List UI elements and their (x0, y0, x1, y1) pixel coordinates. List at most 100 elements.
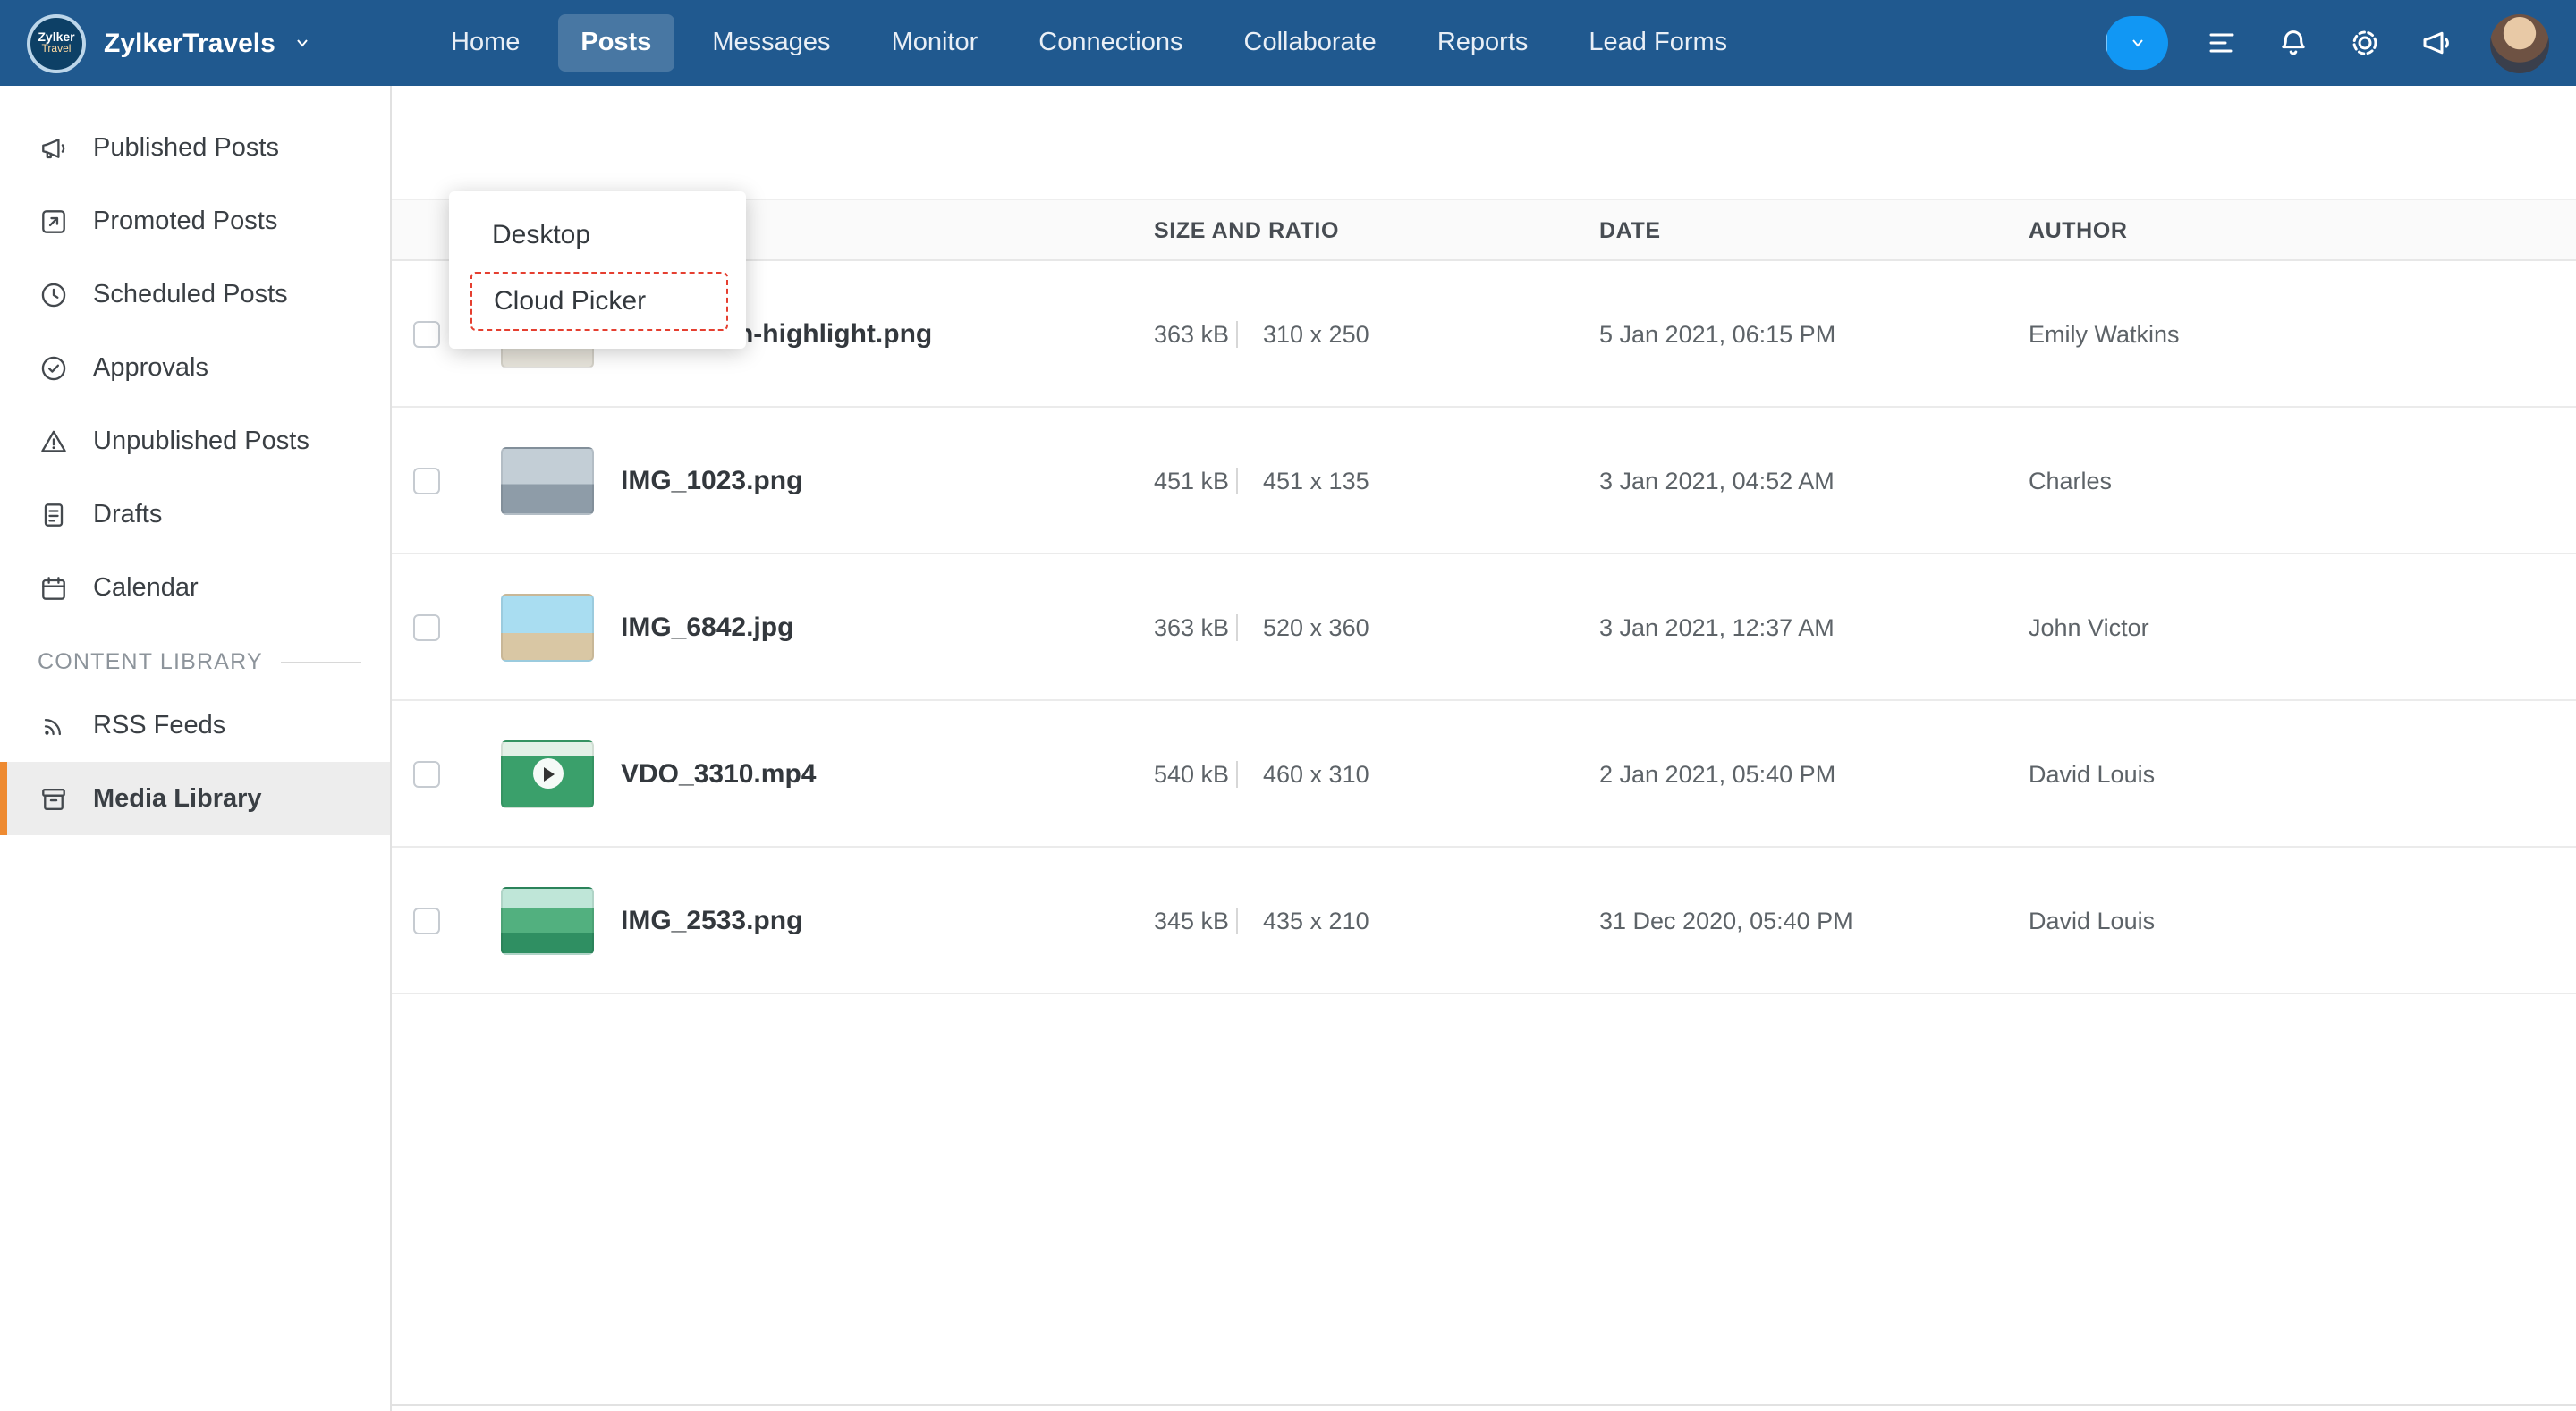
sidebar-label: Scheduled Posts (93, 280, 288, 308)
sidebar-label: Approvals (93, 353, 208, 382)
media-row[interactable]: IMG_6842.jpg 363 kB 520 x 360 3 Jan 2021… (392, 554, 2576, 701)
media-author: John Victor (2029, 613, 2149, 640)
media-size: 345 kB (1154, 907, 1229, 934)
brand-logo: Zylker Travel (27, 13, 86, 72)
user-avatar[interactable] (2490, 13, 2549, 72)
sidebar-label: Media Library (93, 784, 262, 813)
row-checkbox[interactable] (413, 467, 440, 494)
media-thumbnail (501, 446, 594, 514)
media-size: 451 kB (1154, 467, 1229, 494)
logo-text-top: Zylker (38, 31, 74, 44)
media-name: VDO_3310.mp4 (621, 758, 816, 789)
sidebar-item-media-library[interactable]: Media Library (0, 762, 390, 835)
header-author: AUTHOR (2029, 217, 2128, 242)
document-icon (38, 498, 70, 530)
primary-nav: Home Posts Messages Monitor Connections … (428, 14, 1750, 72)
rss-icon (38, 709, 70, 741)
brand-switcher[interactable]: Zylker Travel ZylkerTravels (0, 13, 392, 72)
logo-text-bottom: Travel (42, 44, 72, 55)
nav-posts[interactable]: Posts (557, 14, 674, 72)
promote-arrow-icon (38, 205, 70, 237)
sidebar-item-rss-feeds[interactable]: RSS Feeds (0, 689, 390, 762)
sidebar-item-drafts[interactable]: Drafts (0, 477, 390, 551)
sidebar-item-published-posts[interactable]: Published Posts (0, 111, 390, 184)
media-thumbnail (501, 739, 594, 807)
play-icon (532, 758, 563, 789)
media-ratio: 460 x 310 (1263, 760, 1369, 787)
row-checkbox[interactable] (413, 613, 440, 640)
media-row[interactable]: IMG_1023.png 451 kB 451 x 135 3 Jan 2021… (392, 408, 2576, 554)
sidebar-section-content-library: CONTENT LIBRARY (0, 649, 390, 674)
header-date: DATE (1599, 217, 1661, 242)
column-divider (1236, 760, 1238, 787)
nav-messages[interactable]: Messages (689, 14, 853, 72)
media-ratio: 520 x 360 (1263, 613, 1369, 640)
menu-item-desktop[interactable]: Desktop (449, 202, 746, 268)
sidebar-label: Unpublished Posts (93, 427, 309, 455)
section-label: CONTENT LIBRARY (38, 649, 263, 674)
sidebar-item-promoted-posts[interactable]: Promoted Posts (0, 184, 390, 258)
row-checkbox[interactable] (413, 320, 440, 347)
calendar-icon (38, 571, 70, 604)
activity-feed-icon[interactable] (2204, 25, 2240, 61)
media-author: David Louis (2029, 760, 2155, 787)
media-row[interactable]: IMG_2533.png 345 kB 435 x 210 31 Dec 202… (392, 848, 2576, 994)
media-date: 3 Jan 2021, 12:37 AM (1599, 613, 1835, 640)
row-checkbox[interactable] (413, 760, 440, 787)
media-name: IMG_6842.jpg (621, 612, 793, 642)
nav-monitor[interactable]: Monitor (869, 14, 1002, 72)
upload-media-menu: Desktop Cloud Picker (449, 191, 746, 349)
media-library-content: Upload Media FILTER BY: All Authors All … (392, 86, 2576, 1411)
nav-reports[interactable]: Reports (1414, 14, 1552, 72)
app-window: Zylker Travel ZylkerTravels Home Posts M… (0, 0, 2576, 1411)
nav-home[interactable]: Home (428, 14, 543, 72)
brand-name: ZylkerTravels (104, 28, 275, 58)
topbar-actions: New Post (2106, 13, 2576, 72)
nav-lead-forms[interactable]: Lead Forms (1565, 14, 1750, 72)
sidebar-item-approvals[interactable]: Approvals (0, 331, 390, 404)
sidebar-label: RSS Feeds (93, 711, 225, 739)
media-author: David Louis (2029, 907, 2155, 934)
media-size: 363 kB (1154, 613, 1229, 640)
media-ratio: 451 x 135 (1263, 467, 1369, 494)
settings-gear-icon[interactable] (2347, 25, 2383, 61)
sidebar-label: Calendar (93, 573, 199, 602)
sidebar-label: Drafts (93, 500, 162, 528)
media-date: 31 Dec 2020, 05:40 PM (1599, 907, 1853, 934)
announcements-megaphone-icon[interactable] (2419, 25, 2454, 61)
header-size-ratio: SIZE AND RATIO (1154, 217, 1339, 242)
media-date: 3 Jan 2021, 04:52 AM (1599, 467, 1835, 494)
media-size: 540 kB (1154, 760, 1229, 787)
sidebar-item-unpublished-posts[interactable]: Unpublished Posts (0, 404, 390, 477)
nav-collaborate[interactable]: Collaborate (1221, 14, 1400, 72)
media-ratio: 310 x 250 (1263, 320, 1369, 347)
new-post-dropdown-toggle[interactable] (2107, 16, 2168, 70)
section-divider (281, 661, 361, 663)
top-navigation-bar: Zylker Travel ZylkerTravels Home Posts M… (0, 0, 2576, 86)
media-thumbnail (501, 886, 594, 954)
media-row[interactable]: VDO_3310.mp4 540 kB 460 x 310 2 Jan 2021… (392, 701, 2576, 848)
media-ratio: 435 x 210 (1263, 907, 1369, 934)
media-name: IMG_1023.png (621, 465, 802, 495)
sidebar-item-scheduled-posts[interactable]: Scheduled Posts (0, 258, 390, 331)
notifications-bell-icon[interactable] (2275, 25, 2311, 61)
media-date: 2 Jan 2021, 05:40 PM (1599, 760, 1835, 787)
column-divider (1236, 613, 1238, 640)
media-date: 5 Jan 2021, 06:15 PM (1599, 320, 1835, 347)
media-library-icon (38, 782, 70, 815)
nav-connections[interactable]: Connections (1015, 14, 1206, 72)
media-author: Emily Watkins (2029, 320, 2180, 347)
menu-item-cloud-picker[interactable]: Cloud Picker (470, 272, 728, 331)
chevron-down-icon (293, 34, 311, 52)
media-size: 363 kB (1154, 320, 1229, 347)
column-divider (1236, 907, 1238, 934)
warning-triangle-icon (38, 425, 70, 457)
row-checkbox[interactable] (413, 907, 440, 934)
media-name: IMG_2533.png (621, 905, 802, 935)
sidebar-item-calendar[interactable]: Calendar (0, 551, 390, 624)
new-post-button[interactable]: New Post (2106, 16, 2168, 70)
megaphone-icon (38, 131, 70, 164)
column-divider (1236, 467, 1238, 494)
check-circle-icon (38, 351, 70, 384)
clock-icon (38, 278, 70, 310)
